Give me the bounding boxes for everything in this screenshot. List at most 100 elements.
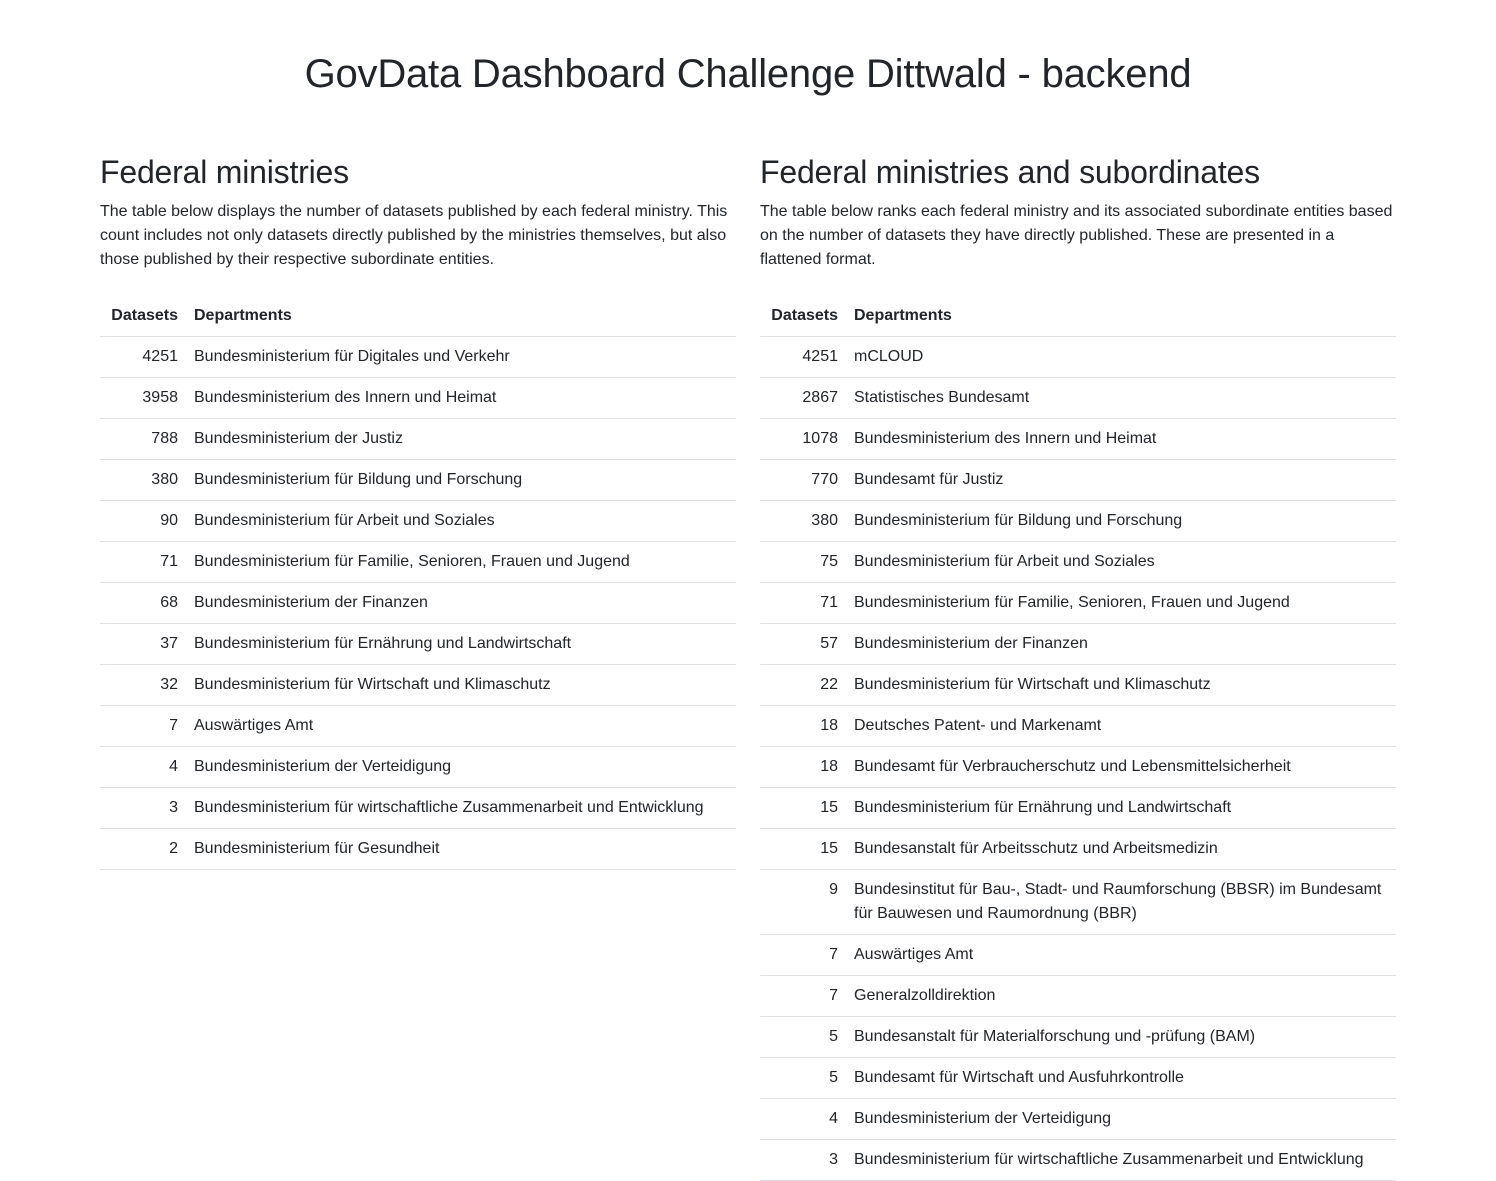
section-description: The table below displays the number of d… bbox=[100, 203, 728, 268]
dataset-count: 3 bbox=[760, 1139, 846, 1181]
table-row: 18 Deutsches Patent- und Markenamt bbox=[760, 705, 1396, 747]
department-name: Auswärtiges Amt bbox=[186, 705, 736, 747]
table-row: 7 Auswärtiges Amt bbox=[760, 934, 1396, 976]
department-name: Bundesministerium für Bildung und Forsch… bbox=[846, 500, 1396, 542]
dataset-count: 7 bbox=[760, 934, 846, 976]
department-name: Bundesministerium des Innern und Heimat bbox=[846, 418, 1396, 460]
table-row: 5 Bundesanstalt für Materialforschung und… bbox=[760, 1016, 1396, 1058]
section-heading: Federal ministries bbox=[100, 154, 349, 190]
department-name: Bundesinstitut für Bau-, Stadt- und Raum… bbox=[846, 869, 1396, 935]
page-title: GovData Dashboard Challenge Dittwald - b… bbox=[304, 52, 1192, 96]
table-row: 4251 Bundesministerium für Digitales und … bbox=[100, 336, 736, 378]
dataset-count: 380 bbox=[760, 500, 846, 542]
table-row: 7 Auswärtiges Amt bbox=[100, 705, 736, 747]
dataset-count: 4251 bbox=[100, 336, 186, 378]
department-name: Bundesministerium für Arbeit und Soziale… bbox=[846, 541, 1396, 583]
table-row: 22 Bundesministerium für Wirtschaft und K… bbox=[760, 664, 1396, 706]
table-row: 57 Bundesministerium der Finanzen bbox=[760, 623, 1396, 665]
dataset-count: 90 bbox=[100, 500, 186, 542]
table-header-row: Datasets Departments bbox=[100, 296, 736, 337]
department-name: Bundesministerium für Digitales und Verk… bbox=[186, 336, 736, 378]
datasets-column-header: Datasets bbox=[100, 296, 186, 337]
department-name: Bundesministerium für Arbeit und Soziale… bbox=[186, 500, 736, 542]
table-row: 90 Bundesministerium für Arbeit und Sozia… bbox=[100, 500, 736, 542]
section-heading: Federal ministries and subordinates bbox=[760, 154, 1260, 190]
department-name: Bundesministerium für Bildung und Forsch… bbox=[186, 459, 736, 501]
dataset-count: 788 bbox=[100, 418, 186, 460]
table-row: 18 Bundesamt für Verbraucherschutz und Le… bbox=[760, 746, 1396, 788]
department-name: Bundesministerium für wirtschaftliche Zu… bbox=[846, 1139, 1396, 1181]
dataset-count: 7 bbox=[760, 975, 846, 1017]
federal-ministries-table: Datasets Departments 4251 Bundesministeri… bbox=[100, 296, 736, 870]
table-row: 37 Bundesministerium für Ernährung und La… bbox=[100, 623, 736, 665]
department-name: Bundesministerium für Familie, Senioren,… bbox=[186, 541, 736, 583]
dataset-count: 75 bbox=[760, 541, 846, 583]
dataset-count: 380 bbox=[100, 459, 186, 501]
department-name: Bundesanstalt für Materialforschung und … bbox=[846, 1016, 1396, 1058]
department-name: Bundesministerium für wirtschaftliche Zu… bbox=[186, 787, 736, 829]
dataset-count: 57 bbox=[760, 623, 846, 665]
department-name: Bundesministerium für Gesundheit bbox=[186, 828, 736, 870]
dataset-count: 71 bbox=[760, 582, 846, 624]
dataset-count: 18 bbox=[760, 705, 846, 747]
table-row: 4251 mCLOUD bbox=[760, 336, 1396, 378]
table-row: 9 Bundesinstitut für Bau-, Stadt- und Rau… bbox=[760, 869, 1396, 935]
table-row: 380 Bundesministerium für Bildung und For… bbox=[760, 500, 1396, 542]
department-name: Bundesamt für Justiz bbox=[846, 459, 1396, 501]
dataset-count: 7 bbox=[100, 705, 186, 747]
dataset-count: 15 bbox=[760, 828, 846, 870]
dataset-count: 4 bbox=[760, 1098, 846, 1140]
table-header-row: Datasets Departments bbox=[760, 296, 1396, 337]
department-name: Statistisches Bundesamt bbox=[846, 377, 1396, 419]
dataset-count: 3 bbox=[100, 787, 186, 829]
table-row: 7 Generalzolldirektion bbox=[760, 975, 1396, 1017]
dataset-count: 9 bbox=[760, 869, 846, 935]
table-row: 3 Bundesministerium für wirtschaftliche Z… bbox=[760, 1139, 1396, 1181]
federal-ministries-section: Federal ministries The table below displ… bbox=[100, 152, 736, 870]
department-name: Deutsches Patent- und Markenamt bbox=[846, 705, 1396, 747]
department-name: Bundesministerium der Finanzen bbox=[186, 582, 736, 624]
datasets-column-header: Datasets bbox=[760, 296, 846, 337]
department-name: Bundesministerium des Innern und Heimat bbox=[186, 377, 736, 419]
department-name: Bundesministerium für Ernährung und Land… bbox=[846, 787, 1396, 829]
dataset-count: 2867 bbox=[760, 377, 846, 419]
table-row: 380 Bundesministerium für Bildung und For… bbox=[100, 459, 736, 501]
table-row: 4 Bundesministerium der Verteidigung bbox=[100, 746, 736, 788]
department-name: Bundesministerium der Verteidigung bbox=[846, 1098, 1396, 1140]
department-name: mCLOUD bbox=[846, 336, 1396, 378]
table-body: 4251 mCLOUD 2867 Statistisches Bundesamt 107… bbox=[760, 336, 1396, 1181]
department-name: Bundesministerium für Ernährung und Land… bbox=[186, 623, 736, 665]
table-row: 770 Bundesamt für Justiz bbox=[760, 459, 1396, 501]
dataset-count: 4251 bbox=[760, 336, 846, 378]
dataset-count: 22 bbox=[760, 664, 846, 706]
department-name: Bundesamt für Wirtschaft und Ausfuhrkont… bbox=[846, 1057, 1396, 1099]
table-row: 2 Bundesministerium für Gesundheit bbox=[100, 828, 736, 870]
dataset-count: 5 bbox=[760, 1016, 846, 1058]
dataset-count: 18 bbox=[760, 746, 846, 788]
dataset-count: 37 bbox=[100, 623, 186, 665]
department-name: Bundesministerium der Justiz bbox=[186, 418, 736, 460]
department-name: Bundesministerium für Wirtschaft und Kli… bbox=[186, 664, 736, 706]
dataset-count: 15 bbox=[760, 787, 846, 829]
table-row: 68 Bundesministerium der Finanzen bbox=[100, 582, 736, 624]
dataset-count: 4 bbox=[100, 746, 186, 788]
departments-column-header: Departments bbox=[186, 296, 736, 337]
dataset-count: 32 bbox=[100, 664, 186, 706]
departments-column-header: Departments bbox=[846, 296, 1396, 337]
department-name: Bundesministerium für Wirtschaft und Kli… bbox=[846, 664, 1396, 706]
dataset-count: 2 bbox=[100, 828, 186, 870]
table-row: 15 Bundesanstalt für Arbeitsschutz und Ar… bbox=[760, 828, 1396, 870]
table-row: 5 Bundesamt für Wirtschaft und Ausfuhrkon… bbox=[760, 1057, 1396, 1099]
table-row: 71 Bundesministerium für Familie, Seniore… bbox=[100, 541, 736, 583]
table-row: 4 Bundesministerium der Verteidigung bbox=[760, 1098, 1396, 1140]
dataset-count: 3958 bbox=[100, 377, 186, 419]
table-row: 3 Bundesministerium für wirtschaftliche Z… bbox=[100, 787, 736, 829]
table-row: 71 Bundesministerium für Familie, Seniore… bbox=[760, 582, 1396, 624]
table-row: 32 Bundesministerium für Wirtschaft und K… bbox=[100, 664, 736, 706]
dataset-count: 1078 bbox=[760, 418, 846, 460]
dataset-count: 5 bbox=[760, 1057, 846, 1099]
section-description: The table below ranks each federal minis… bbox=[760, 203, 1393, 268]
federal-ministries-subordinates-section: Federal ministries and subordinates The … bbox=[760, 152, 1396, 1181]
department-name: Bundesministerium der Finanzen bbox=[846, 623, 1396, 665]
table-row: 1078 Bundesministerium des Innern und Hei… bbox=[760, 418, 1396, 460]
